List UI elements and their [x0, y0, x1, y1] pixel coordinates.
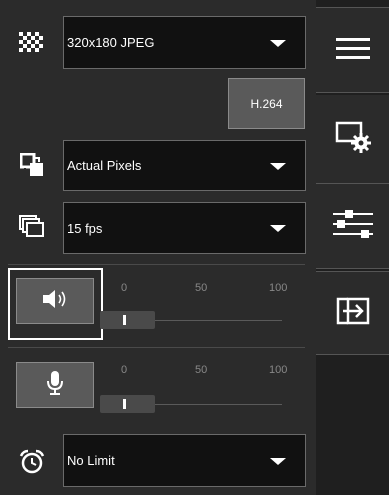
microphone-icon: [46, 370, 64, 401]
speaker-volume-fill: [100, 311, 155, 329]
microphone-tick-100: 100: [269, 364, 288, 376]
chevron-down-icon: [270, 162, 286, 170]
tab-adjustments[interactable]: [316, 183, 389, 269]
h264-button[interactable]: H.264: [228, 78, 305, 129]
tab-menu[interactable]: [316, 7, 389, 93]
sliders-icon: [332, 209, 373, 244]
frames-icon: [14, 212, 50, 242]
speaker-volume-handle[interactable]: [123, 315, 126, 325]
speaker-button[interactable]: [16, 278, 94, 324]
tab-screen-settings[interactable]: [316, 95, 389, 183]
microphone-tick-50: 50: [195, 364, 208, 376]
time-limit-value: No Limit: [67, 453, 115, 468]
scale-dropdown[interactable]: Actual Pixels: [63, 140, 306, 191]
chevron-down-icon: [270, 39, 286, 47]
tab-exit[interactable]: [316, 271, 389, 355]
speaker-icon: [41, 288, 69, 315]
speaker-tick-50: 50: [195, 282, 208, 294]
time-limit-dropdown[interactable]: No Limit: [63, 434, 306, 487]
resolution-value: 320x180 JPEG: [67, 35, 155, 50]
microphone-tick-0: 0: [121, 364, 128, 376]
chevron-down-icon: [270, 225, 286, 232]
speaker-tick-0: 0: [121, 282, 128, 294]
divider: [8, 347, 305, 348]
microphone-volume-fill: [100, 395, 155, 413]
microphone-button[interactable]: [16, 362, 94, 408]
framerate-dropdown[interactable]: 15 fps: [63, 202, 306, 254]
exit-icon: [336, 297, 370, 330]
microphone-volume-handle[interactable]: [123, 399, 126, 409]
checkerboard-icon: [14, 28, 50, 58]
screen-settings-icon: [335, 121, 371, 158]
scale-value: Actual Pixels: [67, 158, 142, 173]
menu-icon: [335, 36, 370, 65]
speaker-tick-100: 100: [269, 282, 288, 294]
scale-icon: [16, 149, 48, 181]
resolution-dropdown[interactable]: 320x180 JPEG: [63, 16, 306, 69]
alarm-clock-icon: [16, 446, 48, 478]
framerate-value: 15 fps: [67, 220, 103, 236]
divider: [8, 264, 305, 265]
chevron-down-icon: [270, 457, 286, 465]
